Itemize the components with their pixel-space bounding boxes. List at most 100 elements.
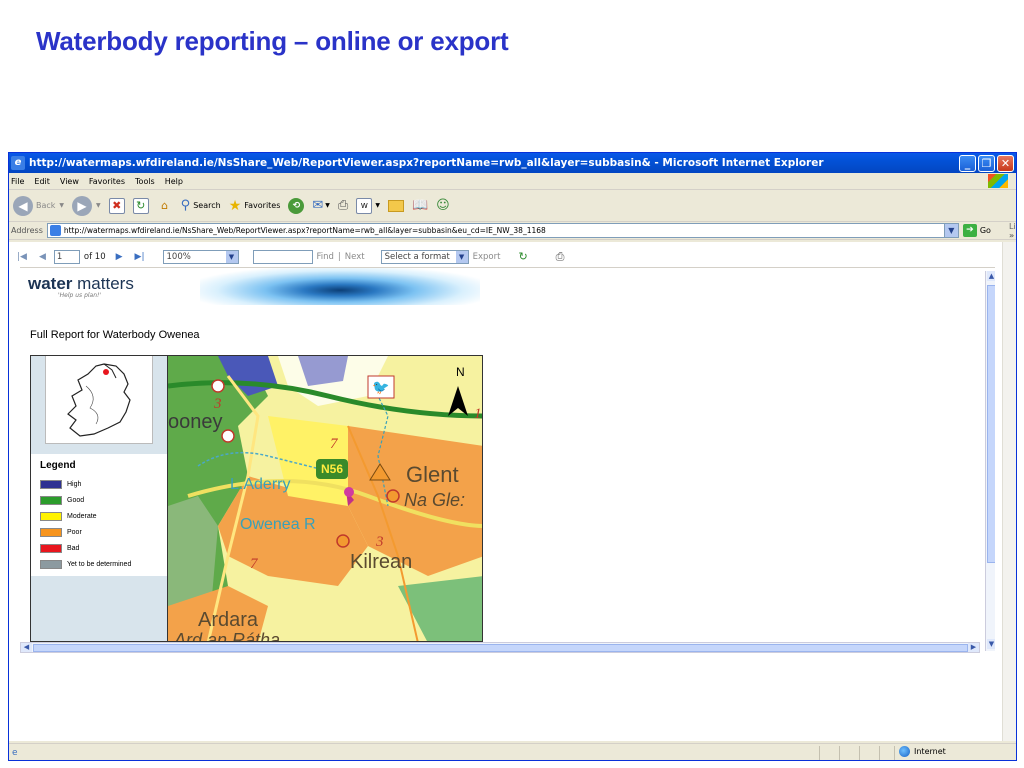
go-button[interactable]: ➔ Go [962, 224, 991, 237]
back-arrow-icon: ◀ [13, 195, 33, 216]
legend-item-high: High [40, 479, 81, 489]
menu-view[interactable]: View [60, 177, 79, 186]
legend-swatch [40, 559, 62, 569]
address-dropdown-icon[interactable]: ▼ [943, 224, 958, 237]
next-link[interactable]: Next [345, 252, 365, 262]
print-icon: ⎙ [337, 198, 349, 213]
globe-icon [899, 746, 910, 757]
status-cell [894, 745, 895, 760]
search-label: Search [193, 201, 221, 210]
menu-favorites[interactable]: Favorites [89, 177, 125, 186]
page-icon [49, 225, 61, 236]
zoom-select[interactable]: 100% ▼ [162, 249, 239, 264]
back-dropdown-icon[interactable]: ▼ [59, 202, 64, 209]
slide-title: Waterbody reporting – online or export [36, 26, 509, 56]
refresh-button[interactable]: ↻ [132, 197, 149, 214]
zoom-dropdown-icon[interactable]: ▼ [225, 250, 238, 263]
format-dropdown-icon[interactable]: ▼ [455, 250, 468, 263]
links-button[interactable]: Links » [1008, 222, 1016, 240]
first-page-icon[interactable]: |◀ [17, 252, 27, 262]
research-button[interactable]: 📖 [412, 198, 428, 213]
print-button[interactable]: ⎙ [338, 198, 348, 213]
address-label: Address [11, 226, 43, 235]
go-arrow-icon: ➔ [962, 224, 977, 237]
prev-page-icon[interactable]: ◀ [39, 252, 46, 262]
lake-label-aderry: L.Aderry [230, 476, 290, 493]
water-splash-banner [200, 268, 480, 305]
menu-file[interactable]: File [11, 177, 24, 186]
legend-label: Moderate [67, 512, 97, 520]
map-panel: Legend High Good Moderate Poor Bad Yet t… [30, 355, 483, 642]
last-page-icon[interactable]: ▶| [135, 252, 145, 262]
town-label-kilrean: Kilrean [350, 551, 412, 573]
close-icon[interactable]: ✕ [997, 154, 1014, 172]
report-print-icon[interactable]: ⎙ [556, 250, 565, 264]
address-input[interactable]: http://watermaps.wfdireland.ie/NsShare_W… [46, 223, 959, 238]
mail-icon: ✉ [312, 198, 324, 213]
water-matters-logo: water matters [28, 274, 134, 294]
legend-item-moderate: Moderate [40, 511, 97, 521]
stop-button[interactable]: ✖ [108, 197, 125, 214]
minimize-icon[interactable]: _ [959, 154, 976, 172]
forward-button[interactable]: ▶ ▼ [72, 195, 101, 216]
town-label-ardara: Ardara [198, 609, 259, 631]
legend-swatch [40, 511, 62, 521]
report-horizontal-scrollbar[interactable]: ◀ ▶ [20, 642, 980, 653]
map-side-panel: Legend High Good Moderate Poor Bad Yet t… [31, 356, 168, 641]
legend-label: Bad [67, 544, 80, 552]
logo-light: matters [72, 274, 134, 293]
scroll-down-icon[interactable]: ▼ [987, 639, 995, 649]
history-button[interactable]: ⟲ [288, 197, 305, 214]
scroll-right-icon[interactable]: ▶ [968, 643, 979, 652]
favorites-button[interactable]: ★ Favorites [229, 198, 281, 214]
go-label: Go [979, 226, 991, 235]
format-select[interactable]: Select a format ▼ [380, 249, 469, 264]
search-button[interactable]: ⚲ Search [181, 198, 221, 213]
restore-icon[interactable]: ❐ [978, 154, 995, 172]
messenger-icon: ☺ [436, 198, 450, 213]
forward-dropdown-icon[interactable]: ▼ [96, 202, 101, 209]
scroll-up-icon[interactable]: ▲ [987, 271, 995, 281]
ie-logo-icon: e [11, 156, 25, 170]
windows-flag-icon [988, 174, 1008, 188]
chevron-right-icon: » [1008, 230, 1015, 240]
back-button[interactable]: ◀ Back ▼ [13, 195, 64, 216]
status-cell [839, 745, 840, 760]
logo-tagline: 'Help us plan!' [58, 292, 102, 299]
back-label: Back [36, 201, 56, 210]
home-button[interactable]: ⌂ [157, 198, 173, 214]
menu-edit[interactable]: Edit [34, 177, 50, 186]
mail-dropdown-icon[interactable]: ▼ [325, 202, 330, 209]
export-link[interactable]: Export [473, 252, 501, 262]
menu-tools[interactable]: Tools [135, 177, 155, 186]
page-number-input[interactable]: 1 [53, 249, 80, 264]
report-vscroll-thumb[interactable] [987, 285, 995, 563]
security-zone: Internet [899, 746, 946, 757]
scroll-left-icon[interactable]: ◀ [21, 643, 32, 652]
history-icon: ⟲ [288, 197, 305, 214]
edit-icon: W [356, 197, 373, 214]
edit-dropdown-icon[interactable]: ▼ [375, 202, 380, 209]
next-page-icon[interactable]: ▶ [116, 252, 123, 262]
legend-label: Good [67, 496, 85, 504]
messenger-button[interactable]: ☺ [436, 198, 450, 213]
find-input[interactable] [252, 249, 313, 264]
status-bar: e Internet [9, 743, 1016, 760]
report-refresh-icon[interactable]: ↻ [518, 250, 527, 263]
legend-item-good: Good [40, 495, 84, 505]
mail-button[interactable]: ✉ ▼ [312, 198, 330, 213]
page-content: |◀ ◀ 1 of 10 ▶ ▶| 100% ▼ Find | Next Sel… [9, 242, 1002, 741]
report-hscroll-thumb[interactable] [33, 644, 968, 652]
refresh-icon: ↻ [132, 197, 149, 214]
folder-button[interactable] [387, 199, 404, 212]
legend-swatch [40, 479, 62, 489]
folder-icon [387, 199, 404, 212]
waterbody-map: N56 🐦 N Glent Na Gle: Kilrean Ardara Ard… [168, 356, 482, 641]
town-label-glent: Glent [406, 462, 459, 487]
report-vertical-scrollbar[interactable]: ▲ ▼ [985, 271, 995, 651]
find-link[interactable]: Find [317, 252, 334, 262]
page-vertical-scrollbar[interactable] [1002, 242, 1016, 741]
zoom-value: 100% [166, 251, 191, 262]
edit-button[interactable]: W ▼ [356, 197, 380, 214]
menu-help[interactable]: Help [165, 177, 183, 186]
